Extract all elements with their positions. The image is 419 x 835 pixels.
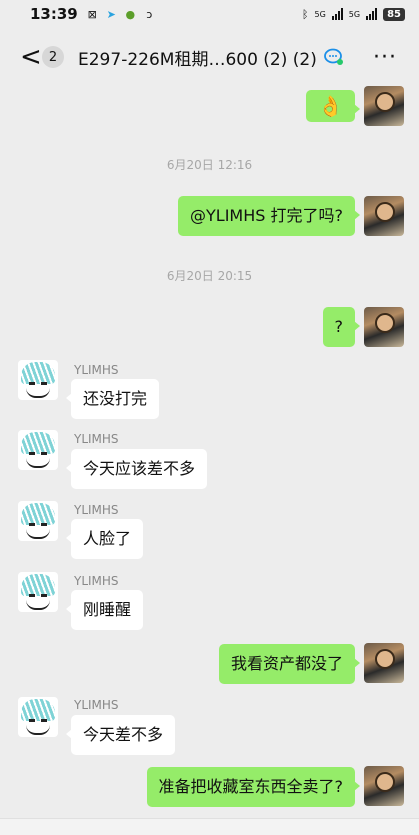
sender-name: YLIMHS [74, 363, 119, 377]
message-text: 今天差不多 [83, 725, 164, 744]
sender-name: YLIMHS [74, 432, 119, 446]
contact-message-bubble[interactable]: 还没打完 [65, 379, 160, 419]
contact-avatar[interactable] [18, 501, 58, 541]
network-type-2: 5G [348, 9, 361, 19]
message-list[interactable]: 👌 6月20日 12:16 @YLIMHS 打完了吗? 6月20日 20:15 … [0, 86, 419, 835]
message-text: 我看资产都没了 [230, 654, 343, 673]
my-message-bubble[interactable]: 👌 [306, 90, 360, 122]
chat-header: < 2 E297-226M租期…600 (2) (2) ··· [0, 28, 419, 86]
status-time: 13:39 [30, 5, 78, 23]
signal-icon [331, 8, 343, 20]
contact-message-bubble[interactable]: 人脸了 [65, 519, 144, 559]
my-avatar[interactable] [364, 196, 404, 236]
bluetooth-icon: ᛒ [301, 7, 309, 21]
message-text: ? [334, 317, 344, 336]
time-divider: 6月20日 12:16 [166, 158, 253, 172]
more-options-button[interactable]: ··· [373, 45, 397, 70]
app-badge-icon: ● [125, 7, 136, 21]
app-notification-icon: ⊠ [87, 7, 97, 21]
input-bar-edge [0, 818, 419, 835]
ok-hand-emoji: 👌 [318, 94, 343, 118]
contact-message-bubble[interactable]: 今天差不多 [65, 715, 176, 755]
unread-count-badge[interactable]: 2 [42, 46, 64, 68]
contact-avatar[interactable] [18, 697, 58, 737]
my-message-bubble[interactable]: ? [322, 307, 360, 347]
network-type-1: 5G [314, 9, 326, 19]
my-message-bubble[interactable]: @YLIMHS 打完了吗? [178, 196, 360, 236]
my-message-bubble[interactable]: 我看资产都没了 [218, 644, 361, 684]
my-avatar[interactable] [364, 86, 404, 126]
my-avatar[interactable] [364, 643, 404, 683]
back-button[interactable]: < [20, 44, 42, 70]
message-text: 今天应该差不多 [83, 459, 196, 478]
contact-avatar[interactable] [18, 360, 58, 400]
contact-avatar[interactable] [18, 572, 58, 612]
telegram-icon: ➤ [106, 7, 116, 21]
chat-title: E297-226M租期…600 (2) (2) [78, 49, 317, 70]
message-text: 还没打完 [83, 389, 148, 408]
message-text: @YLIMHS 打完了吗? [190, 206, 343, 225]
time-divider: 6月20日 20:15 [166, 269, 253, 283]
contact-message-bubble[interactable]: 今天应该差不多 [65, 449, 208, 489]
status-bar: 13:39 ⊠ ➤ ● ↄ ᛒ 5G 5G 85 [0, 0, 419, 28]
status-right: ᛒ 5G 5G 85 [301, 7, 405, 21]
message-text: 人脸了 [83, 529, 132, 548]
sender-name: YLIMHS [74, 574, 119, 588]
notification-icons: ⊠ ➤ ● ↄ [86, 8, 156, 21]
message-text: 刚睡醒 [83, 600, 132, 619]
message-text: 准备把收藏室东西全卖了? [158, 777, 344, 796]
sender-name: YLIMHS [74, 503, 119, 517]
signal-icon-2 [366, 8, 378, 20]
sync-icon: ↄ [146, 7, 153, 21]
sender-name: YLIMHS [74, 698, 119, 712]
group-chat-icon[interactable] [323, 48, 345, 66]
my-avatar[interactable] [364, 766, 404, 806]
contact-avatar[interactable] [18, 430, 58, 470]
contact-message-bubble[interactable]: 刚睡醒 [65, 590, 144, 630]
my-message-bubble[interactable]: 准备把收藏室东西全卖了? [146, 767, 360, 807]
my-avatar[interactable] [364, 307, 404, 347]
battery-icon: 85 [383, 7, 405, 21]
